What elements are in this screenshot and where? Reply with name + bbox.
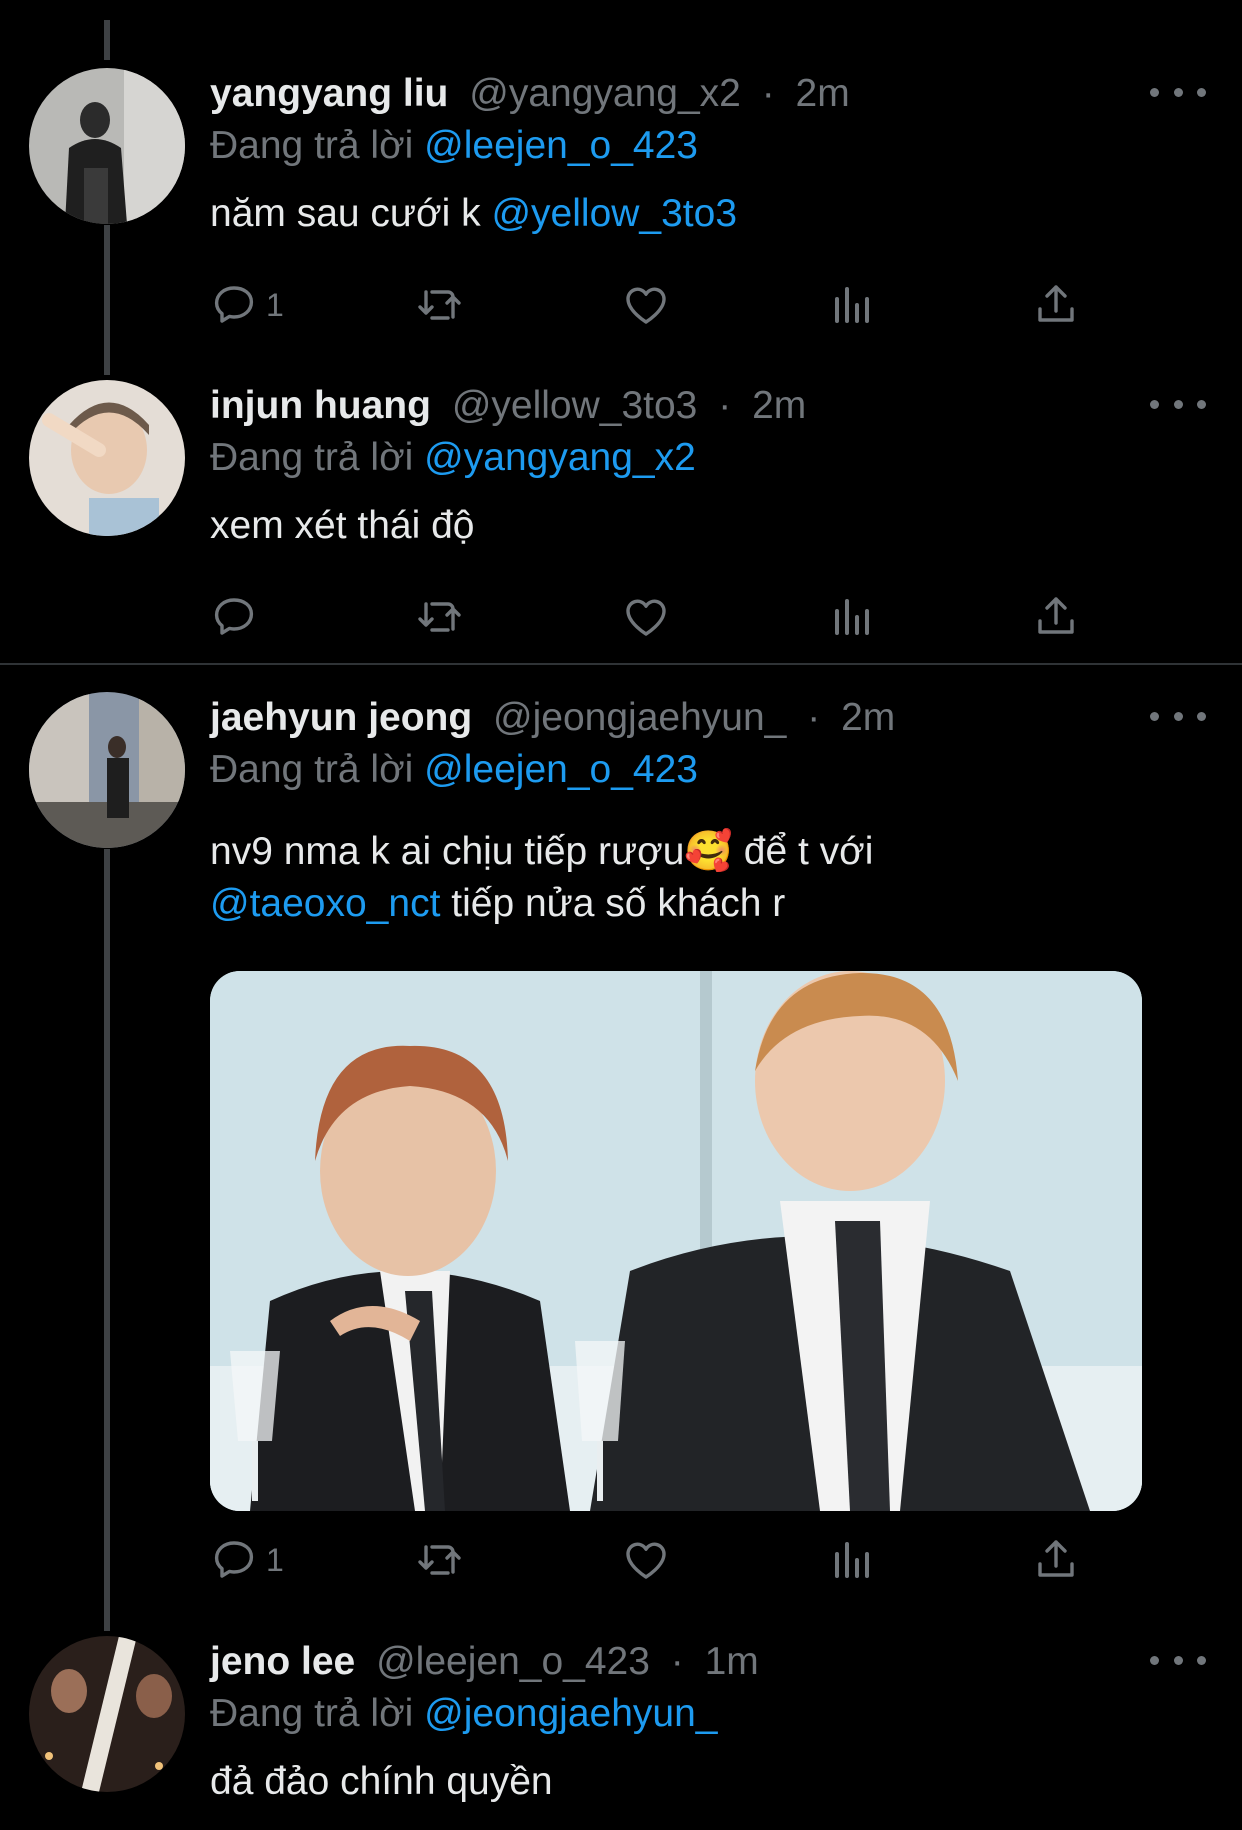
thread-divider <box>0 663 1242 665</box>
reply-button[interactable] <box>210 592 258 642</box>
display-name[interactable]: jaehyun jeong <box>210 696 472 739</box>
views-button[interactable] <box>827 280 875 330</box>
retweet-icon <box>418 1545 461 1575</box>
like-button[interactable] <box>622 1535 670 1585</box>
tweet-header: injun huang @yellow_3to3 · 2m <box>210 380 806 432</box>
tweet-header: jaehyun jeong @jeongjaehyun_ · 2m <box>210 692 895 744</box>
tweet-header: yangyang liu @yangyang_x2 · 2m <box>210 68 850 120</box>
retweet-icon <box>418 602 461 632</box>
retweet-button[interactable] <box>416 280 464 330</box>
replying-to-mention[interactable]: @leejen_o_423 <box>424 124 698 167</box>
reply-icon <box>214 598 254 635</box>
replying-prefix: Đang trả lời <box>210 1692 414 1735</box>
display-name[interactable]: injun huang <box>210 384 431 427</box>
separator: · <box>761 72 775 115</box>
avatar[interactable] <box>29 692 185 848</box>
tweet-media-image[interactable] <box>210 971 1142 1511</box>
replying-to: Đang trả lời @jeongjaehyun_ <box>210 1688 718 1740</box>
avatar[interactable] <box>29 68 185 224</box>
thread-line-top <box>104 20 110 60</box>
replying-to: Đang trả lời @leejen_o_423 <box>210 120 698 172</box>
timestamp[interactable]: 2m <box>796 72 850 115</box>
action-bar: 1 <box>210 280 1110 330</box>
share-button[interactable] <box>1032 1535 1080 1585</box>
tweet-text: xem xét thái độ <box>210 504 475 547</box>
text-mention[interactable]: @taeoxo_nct <box>210 882 440 925</box>
tweet-text: đả đảo chính quyền <box>210 1760 553 1803</box>
tweet-text-line-2: @taeoxo_nct tiếp nửa số khách r <box>210 878 785 930</box>
more-icon[interactable] <box>1150 696 1206 736</box>
handle[interactable]: @jeongjaehyun_ <box>493 696 786 739</box>
tweet-text-line-1: nv9 nma k ai chịu tiếp rượu🥰 để t với <box>210 830 874 873</box>
heart-icon <box>626 599 666 636</box>
separator: · <box>670 1640 684 1683</box>
like-button[interactable] <box>622 592 670 642</box>
handle[interactable]: @leejen_o_423 <box>376 1640 650 1683</box>
heart-icon <box>626 287 666 324</box>
reply-button[interactable]: 1 <box>210 280 284 330</box>
heart-icon <box>626 1542 666 1579</box>
display-name[interactable]: jeno lee <box>210 1640 355 1683</box>
handle[interactable]: @yangyang_x2 <box>469 72 741 115</box>
tweet-text-body: năm sau cưới k <box>210 192 481 235</box>
more-icon[interactable] <box>1150 384 1206 424</box>
timestamp[interactable]: 1m <box>705 1640 759 1683</box>
timestamp[interactable]: 2m <box>752 384 806 427</box>
timestamp[interactable]: 2m <box>841 696 895 739</box>
replying-prefix: Đang trả lời <box>210 436 414 479</box>
reply-button[interactable]: 1 <box>210 1535 284 1585</box>
thread-line-3 <box>104 849 110 1631</box>
replying-to: Đang trả lời @leejen_o_423 <box>210 744 698 796</box>
reply-icon <box>214 1541 254 1578</box>
action-bar <box>210 592 1110 642</box>
reply-count: 1 <box>266 1541 284 1578</box>
display-name[interactable]: yangyang liu <box>210 72 448 115</box>
avatar[interactable] <box>29 1636 185 1792</box>
thread-line-1 <box>104 225 110 375</box>
retweet-button[interactable] <box>416 592 464 642</box>
replying-to: Đang trả lời @yangyang_x2 <box>210 432 696 484</box>
text-mention[interactable]: @yellow_3to3 <box>491 192 737 235</box>
views-button[interactable] <box>827 1535 875 1585</box>
replying-to-mention[interactable]: @yangyang_x2 <box>424 436 696 479</box>
more-icon[interactable] <box>1150 1640 1206 1680</box>
tweet-text: năm sau cưới k @yellow_3to3 <box>210 188 737 240</box>
reply-count: 1 <box>266 286 284 323</box>
separator: · <box>807 696 821 739</box>
like-button[interactable] <box>622 280 670 330</box>
retweet-button[interactable] <box>416 1535 464 1585</box>
separator: · <box>718 384 732 427</box>
replying-prefix: Đang trả lời <box>210 124 414 167</box>
replying-to-mention[interactable]: @leejen_o_423 <box>424 748 698 791</box>
replying-prefix: Đang trả lời <box>210 748 414 791</box>
avatar[interactable] <box>29 380 185 536</box>
more-icon[interactable] <box>1150 72 1206 112</box>
share-icon <box>1038 285 1074 322</box>
share-button[interactable] <box>1032 592 1080 642</box>
share-icon <box>1038 597 1074 634</box>
retweet-icon <box>418 290 461 320</box>
reply-icon <box>214 286 254 323</box>
handle[interactable]: @yellow_3to3 <box>452 384 698 427</box>
tweet-header: jeno lee @leejen_o_423 · 1m <box>210 1636 759 1688</box>
views-icon <box>835 1542 869 1578</box>
share-button[interactable] <box>1032 280 1080 330</box>
tweet-text-rest: tiếp nửa số khách r <box>451 882 786 925</box>
views-icon <box>835 287 869 323</box>
views-button[interactable] <box>827 592 875 642</box>
views-icon <box>835 599 869 635</box>
share-icon <box>1038 1540 1074 1577</box>
replying-to-mention[interactable]: @jeongjaehyun_ <box>424 1692 717 1735</box>
action-bar: 1 <box>210 1535 1110 1585</box>
